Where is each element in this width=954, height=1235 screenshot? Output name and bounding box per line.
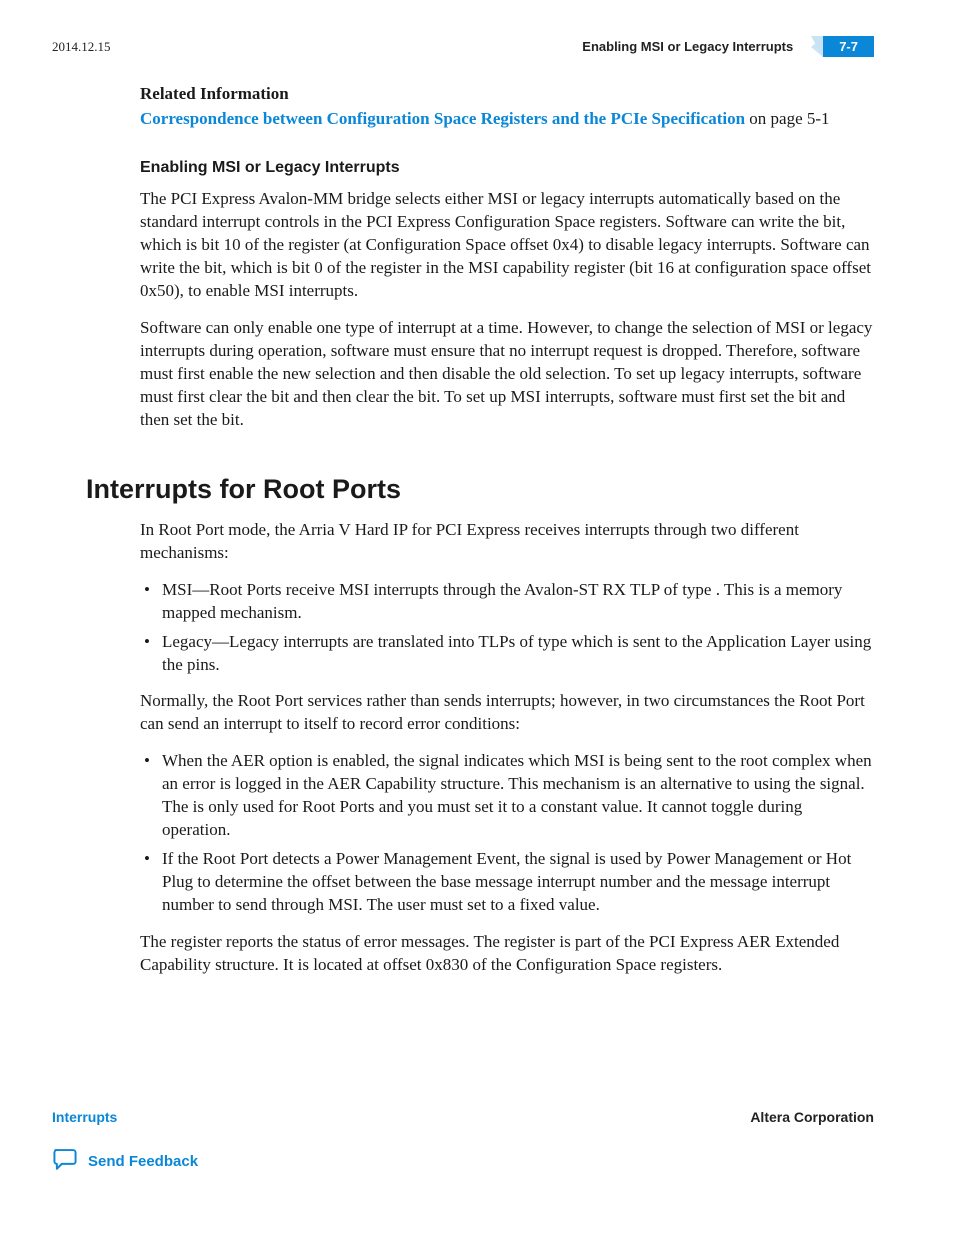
section-heading-msi-legacy: Enabling MSI or Legacy Interrupts <box>140 157 874 179</box>
section-heading-root-ports: Interrupts for Root Ports <box>86 474 874 505</box>
main-content: Related Information Correspondence betwe… <box>52 83 874 432</box>
sec2-intro: In Root Port mode, the Arria V Hard IP f… <box>140 519 874 565</box>
list-item: When the AER option is enabled, the sign… <box>140 750 874 842</box>
related-info-line: Correspondence between Configuration Spa… <box>140 108 874 131</box>
related-info-suffix: on page 5-1 <box>745 109 830 128</box>
page: 2014.12.15 Enabling MSI or Legacy Interr… <box>0 0 954 1235</box>
sec2-bullets-conditions: When the AER option is enabled, the sign… <box>140 750 874 917</box>
footer-company: Altera Corporation <box>750 1109 874 1125</box>
section-root-ports-body: In Root Port mode, the Arria V Hard IP f… <box>86 519 874 977</box>
footer-row: Interrupts Altera Corporation <box>52 1109 874 1125</box>
list-item: If the Root Port detects a Power Managem… <box>140 848 874 917</box>
header-right: Enabling MSI or Legacy Interrupts 7-7 <box>582 36 874 57</box>
list-item: MSI—Root Ports receive MSI interrupts th… <box>140 579 874 625</box>
sec2-mid: Normally, the Root Port services rather … <box>140 690 874 736</box>
related-info-link[interactable]: Correspondence between Configuration Spa… <box>140 109 745 128</box>
sec2-end: The register reports the status of error… <box>140 931 874 977</box>
page-footer: Interrupts Altera Corporation Send Feedb… <box>52 1109 874 1175</box>
section-root-ports: Interrupts for Root Ports In Root Port m… <box>52 474 874 977</box>
sec1-para2: Software can only enable one type of int… <box>140 317 874 432</box>
page-header: 2014.12.15 Enabling MSI or Legacy Interr… <box>52 36 874 57</box>
send-feedback-label: Send Feedback <box>88 1153 198 1170</box>
header-date: 2014.12.15 <box>52 39 111 55</box>
list-item: Legacy—Legacy interrupts are translated … <box>140 631 874 677</box>
running-title: Enabling MSI or Legacy Interrupts <box>582 39 793 54</box>
page-number-badge: 7-7 <box>823 36 874 57</box>
speech-bubble-icon <box>52 1147 78 1175</box>
footer-chapter-link[interactable]: Interrupts <box>52 1109 117 1125</box>
related-info-heading: Related Information <box>140 83 874 106</box>
sec1-para1: The PCI Express Avalon-MM bridge selects… <box>140 188 874 303</box>
send-feedback-link[interactable]: Send Feedback <box>52 1147 874 1175</box>
sec2-bullets-mechanisms: MSI—Root Ports receive MSI interrupts th… <box>140 579 874 677</box>
